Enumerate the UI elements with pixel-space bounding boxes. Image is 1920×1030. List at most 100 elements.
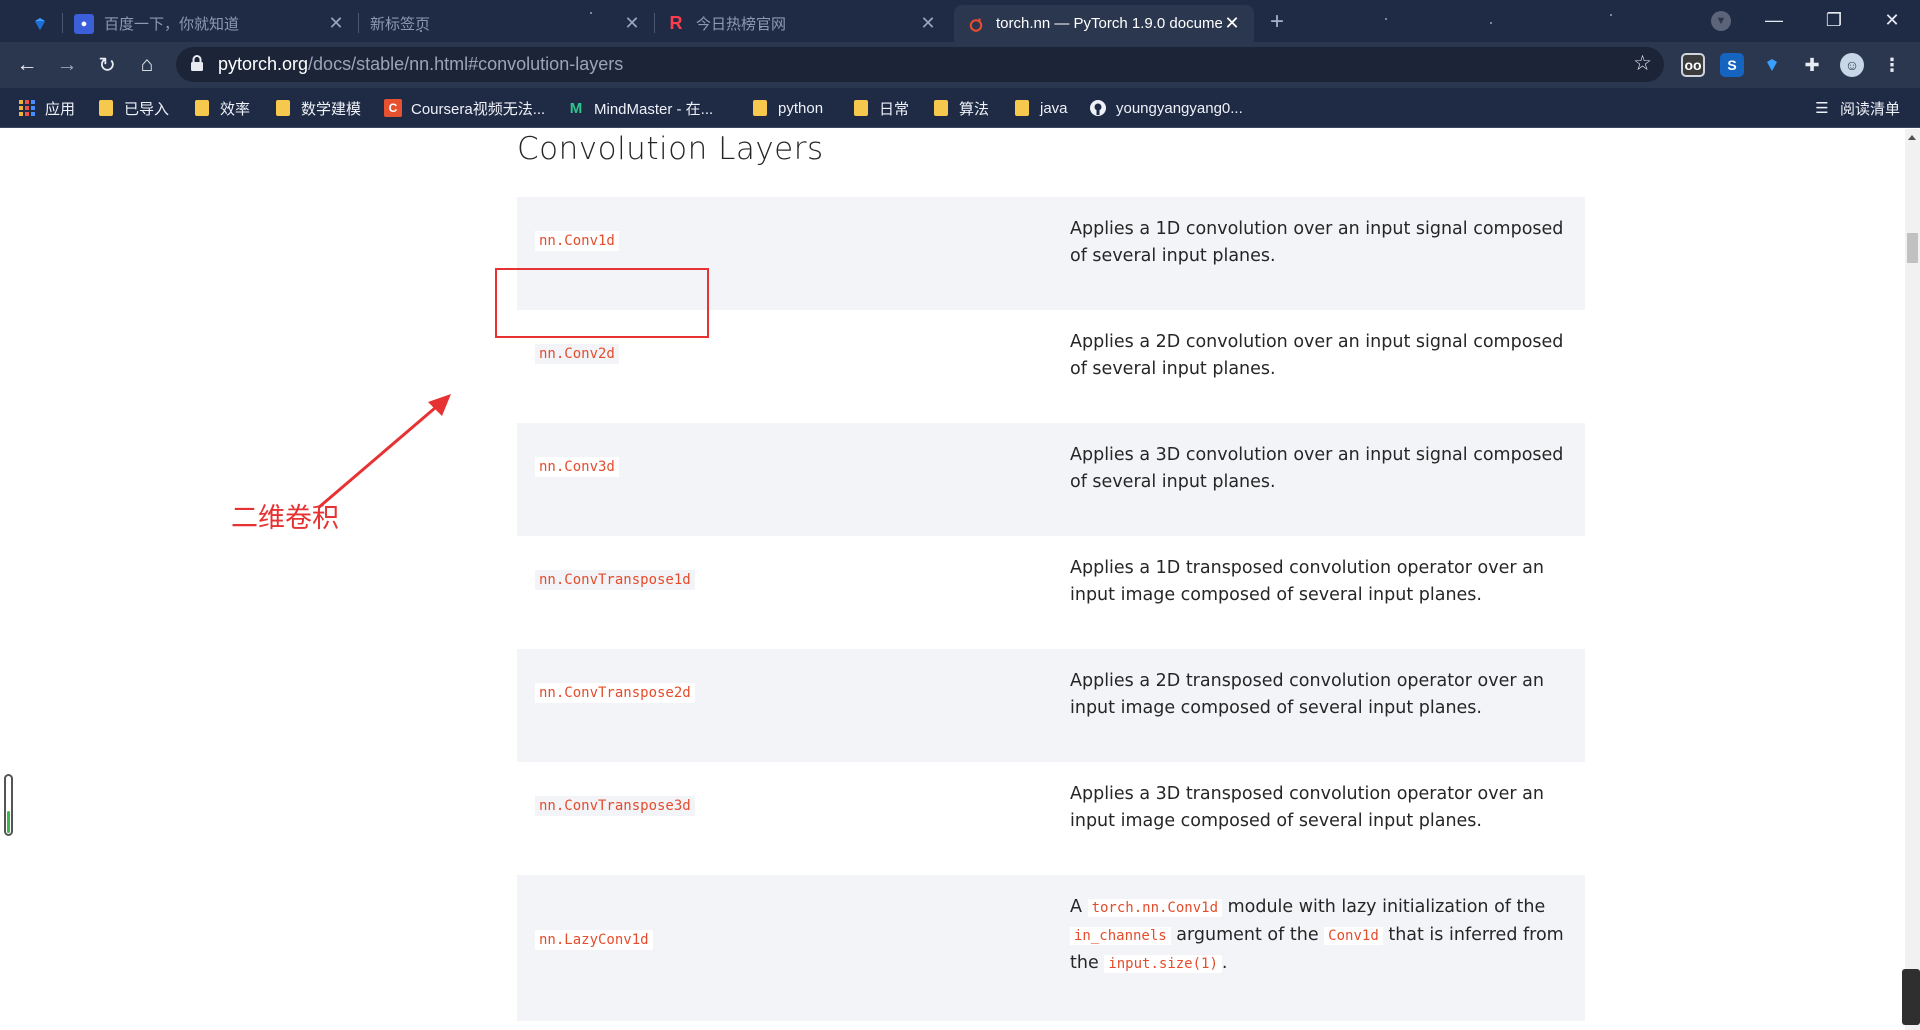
api-description: Applies a 1D convolution over an input s…: [1070, 219, 1564, 266]
annotation-highlight-box: [495, 268, 709, 338]
api-link[interactable]: nn.ConvTranspose2d: [535, 683, 695, 703]
close-icon[interactable]: ✕: [1222, 13, 1242, 34]
reading-list-label: 阅读清单: [1840, 100, 1901, 118]
bookmark-folder[interactable]: python: [751, 97, 823, 119]
table-row: nn.Conv3d Applies a 3D convolution over …: [517, 423, 1585, 536]
minimize-button[interactable]: —: [1746, 0, 1802, 40]
back-button[interactable]: ←: [12, 50, 42, 80]
desc-text: A: [1070, 897, 1082, 917]
extensions-puzzle-icon[interactable]: ✚: [1800, 53, 1824, 77]
url-text[interactable]: pytorch.org/docs/stable/nn.html#convolut…: [218, 54, 623, 75]
tab-baidu[interactable]: ● 百度一下，你就知道 ✕: [62, 5, 358, 42]
pytorch-flame-icon: [966, 14, 986, 34]
api-description: A torch.nn.Conv1d module with lazy initi…: [1070, 894, 1570, 978]
tab-torch-nn[interactable]: torch.nn — PyTorch 1.9.0 documentation ✕: [954, 5, 1254, 42]
bookmark-star-icon[interactable]: ☆: [1633, 51, 1652, 76]
bookmark-folder[interactable]: java: [1013, 97, 1068, 119]
api-description: Applies a 3D transposed convolution oper…: [1070, 784, 1544, 831]
close-icon[interactable]: ✕: [918, 13, 938, 34]
bookmark-label: youngyangyang0...: [1116, 99, 1243, 117]
api-link[interactable]: nn.Conv1d: [535, 231, 619, 251]
lock-icon[interactable]: [190, 54, 208, 74]
bookmark-folder[interactable]: 日常: [852, 97, 909, 119]
scroll-up-icon[interactable]: [1908, 135, 1916, 140]
api-link[interactable]: nn.ConvTranspose1d: [535, 570, 695, 590]
profile-avatar[interactable]: ☺: [1840, 53, 1864, 77]
bookmark-folder[interactable]: 已导入: [97, 97, 169, 119]
bookmark-folder[interactable]: 数学建模: [274, 97, 361, 119]
bookmark-label: 算法: [959, 100, 990, 118]
api-description: Applies a 3D convolution over an input s…: [1070, 445, 1564, 492]
api-description: Applies a 1D transposed convolution oper…: [1070, 558, 1544, 605]
close-icon[interactable]: ✕: [622, 13, 642, 34]
bookmark-label: 日常: [879, 100, 910, 118]
folder-icon: [751, 99, 769, 117]
desc-text: .: [1221, 953, 1228, 973]
address-bar[interactable]: pytorch.org/docs/stable/nn.html#convolut…: [176, 47, 1664, 82]
bookmark-coursera[interactable]: C Coursera视频无法...: [384, 97, 545, 119]
code-link[interactable]: Conv1d: [1324, 927, 1383, 945]
bookmark-folder[interactable]: 效率: [193, 97, 250, 119]
scrollbar-thumb[interactable]: [1907, 233, 1918, 263]
table-row: nn.LazyConv1d A torch.nn.Conv1d module w…: [517, 875, 1585, 1021]
tab-title: 百度一下，你就知道: [104, 16, 240, 33]
api-link[interactable]: nn.Conv2d: [535, 344, 619, 364]
folder-icon: [193, 99, 211, 117]
new-tab-button[interactable]: +: [1270, 8, 1284, 36]
github-icon: [1089, 99, 1107, 117]
desc-text: module with lazy initialization of the: [1227, 897, 1546, 917]
api-link[interactable]: nn.LazyConv1d: [535, 930, 653, 950]
bookmark-apps[interactable]: 应用: [18, 97, 75, 119]
tab-new-tab[interactable]: 新标签页 ✕: [358, 5, 654, 42]
folder-icon: [932, 99, 950, 117]
bookmark-label: 数学建模: [301, 100, 362, 118]
folder-icon: [97, 99, 115, 117]
desc-text: argument of the: [1176, 925, 1319, 945]
tab-search-icon[interactable]: ▼: [1711, 11, 1731, 31]
section-title: Convolution Layers: [517, 131, 824, 167]
restore-button[interactable]: ❐: [1806, 0, 1862, 40]
browser-toolbar: ← → ↻ ⌂ pytorch.org/docs/stable/nn.html#…: [0, 42, 1920, 88]
folder-icon: [852, 99, 870, 117]
floating-widget[interactable]: [1902, 969, 1920, 1025]
coursera-c-icon: C: [384, 99, 402, 117]
bookmark-label: 应用: [45, 100, 76, 118]
inline-code: input.size(1): [1104, 955, 1222, 973]
apps-grid-icon: [18, 99, 36, 117]
annotation-label: 二维卷积: [231, 503, 339, 534]
inline-code: in_channels: [1070, 927, 1171, 945]
tab-tophub[interactable]: R 今日热榜官网 ✕: [654, 5, 950, 42]
api-link[interactable]: nn.Conv3d: [535, 457, 619, 477]
table-row: nn.ConvTranspose2d Applies a 2D transpos…: [517, 649, 1585, 762]
reading-list-button[interactable]: ☰ 阅读清单: [1813, 97, 1900, 119]
forward-button[interactable]: →: [52, 50, 82, 80]
close-window-button[interactable]: ✕: [1864, 0, 1920, 40]
bookmark-folder[interactable]: 算法: [932, 97, 989, 119]
bookmark-github[interactable]: youngyangyang0...: [1089, 97, 1243, 119]
extension-s-icon[interactable]: S: [1720, 53, 1744, 77]
bookmark-mindmaster[interactable]: M MindMaster - 在...: [567, 97, 713, 119]
table-row: nn.ConvTranspose1d Applies a 1D transpos…: [517, 536, 1585, 649]
bookmark-label: MindMaster - 在...: [594, 100, 714, 118]
reading-list-icon: ☰: [1815, 100, 1829, 117]
api-link[interactable]: nn.ConvTranspose3d: [535, 796, 695, 816]
bookmark-label: 已导入: [124, 100, 170, 118]
reload-button[interactable]: ↻: [92, 50, 122, 80]
extension-diamond-icon[interactable]: [1760, 53, 1784, 77]
bookmark-label: Coursera视频无法...: [411, 100, 546, 118]
home-button[interactable]: ⌂: [132, 50, 162, 80]
page-content: Convolution Layers nn.Conv1d Applies a 1…: [0, 129, 1905, 1030]
page-scrollbar[interactable]: [1905, 129, 1920, 1030]
bookmarks-bar: 应用 已导入 效率 数学建模 C Coursera视频无法... M MindM…: [0, 88, 1920, 128]
extension-glasses-icon[interactable]: oo: [1681, 53, 1705, 77]
tab-pinned[interactable]: [18, 5, 62, 42]
bookmark-label: 效率: [220, 100, 251, 118]
api-description: Applies a 2D transposed convolution oper…: [1070, 671, 1544, 718]
side-gauge-widget: [4, 774, 13, 836]
folder-icon: [1013, 99, 1031, 117]
menu-kebab-icon[interactable]: ⋮: [1880, 53, 1904, 77]
code-link[interactable]: torch.nn.Conv1d: [1087, 899, 1222, 917]
bookmark-label: python: [778, 99, 824, 117]
close-icon[interactable]: ✕: [326, 13, 346, 34]
bookmark-label: java: [1040, 99, 1068, 117]
